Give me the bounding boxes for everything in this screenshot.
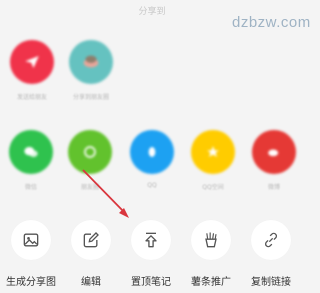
share-label: QQ空间 bbox=[202, 184, 224, 191]
share-label: 发送给朋友 bbox=[16, 94, 47, 101]
edit-button[interactable]: 编辑 bbox=[60, 220, 122, 288]
action-label: 编辑 bbox=[81, 277, 101, 288]
weibo-icon bbox=[252, 130, 296, 174]
share-label: QQ bbox=[147, 182, 157, 189]
moments-icon bbox=[68, 130, 112, 174]
share-target-qzone[interactable]: QQ空间 bbox=[181, 130, 245, 191]
share-target-moments[interactable]: 朋友圈 bbox=[58, 130, 122, 191]
action-bar: 生成分享图 编辑 置顶笔记 薯条推广 复制链接 bbox=[0, 214, 304, 293]
image-icon bbox=[11, 220, 51, 260]
share-label: 微信 bbox=[24, 184, 37, 191]
edit-icon bbox=[71, 220, 111, 260]
avatar-icon bbox=[69, 40, 113, 84]
pin-note-button[interactable]: 置顶笔记 bbox=[120, 220, 182, 288]
action-label: 复制链接 bbox=[251, 277, 291, 288]
action-label: 置顶笔记 bbox=[131, 277, 171, 288]
fries-promote-button[interactable]: 薯条推广 bbox=[180, 220, 242, 288]
watermark: dzbzw.com bbox=[232, 14, 311, 31]
fries-icon bbox=[191, 220, 231, 260]
share-target-moments-card[interactable]: 分享到朋友圈 bbox=[59, 40, 123, 101]
send-icon bbox=[10, 40, 54, 84]
copy-link-button[interactable]: 复制链接 bbox=[240, 220, 302, 288]
share-label: 微博 bbox=[267, 184, 280, 191]
qq-icon bbox=[130, 130, 174, 174]
wechat-icon bbox=[9, 130, 53, 174]
qzone-icon bbox=[191, 130, 235, 174]
share-target-send-friend[interactable]: 发送给朋友 bbox=[0, 40, 64, 101]
pin-top-icon bbox=[131, 220, 171, 260]
share-label: 朋友圈 bbox=[80, 184, 99, 191]
share-target-wechat[interactable]: 微信 bbox=[0, 130, 63, 191]
action-label: 生成分享图 bbox=[6, 277, 56, 288]
action-label: 薯条推广 bbox=[191, 277, 231, 288]
generate-share-image-button[interactable]: 生成分享图 bbox=[0, 220, 62, 288]
share-label: 分享到朋友圈 bbox=[72, 94, 109, 101]
share-target-qq[interactable]: QQ bbox=[120, 130, 184, 189]
share-target-weibo[interactable]: 微博 bbox=[242, 130, 306, 191]
link-icon bbox=[251, 220, 291, 260]
